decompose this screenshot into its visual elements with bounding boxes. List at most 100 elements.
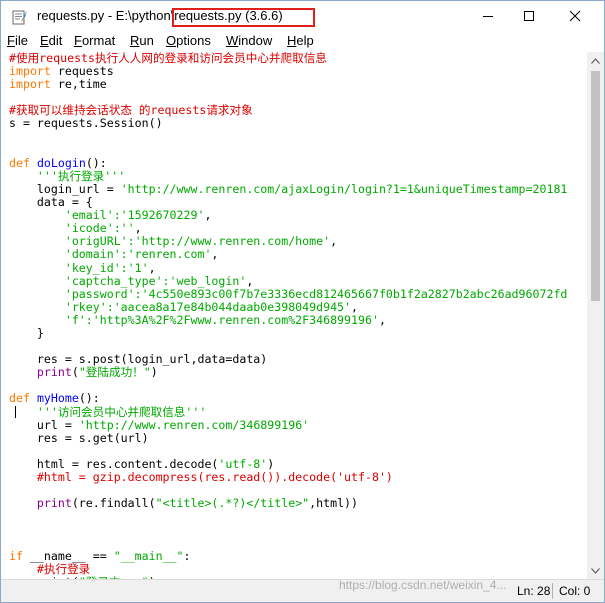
code-token: , (351, 299, 359, 314)
code-line: login_url = 'http://www.renren.com/ajaxL… (9, 181, 582, 196)
code-token: 'rkey':'aacea8a17e84b044daab0e398049d945… (9, 299, 352, 314)
code-token: 'http://www.renren.com/ajaxLogin/login?1… (120, 181, 568, 196)
code-token: 'password':'4c550e893c00f7b7e3336ecd8124… (9, 286, 568, 301)
status-divider (552, 583, 553, 599)
code-token: ,html)) (309, 496, 359, 511)
code-token: #html = gzip.decompress(res.read()).deco… (9, 470, 393, 484)
code-token: (): (78, 391, 100, 406)
code-token: , (378, 312, 386, 327)
minimize-button[interactable] (465, 1, 511, 31)
code-token: __name__ == (22, 548, 114, 563)
code-line: 'f':'http%3A%2F%2Fwww.renren.com%2F34689… (9, 312, 582, 327)
code-token: 'domain':'renren.com' (9, 247, 212, 262)
code-token: url = (9, 417, 79, 432)
code-token: import (9, 77, 51, 92)
menu-file[interactable]: File (7, 33, 28, 48)
code-token: myHome (36, 391, 79, 406)
code-token: "__main__" (113, 548, 184, 563)
vertical-scrollbar[interactable] (587, 52, 604, 579)
code-line: } (9, 325, 582, 340)
code-token: (): (85, 155, 107, 170)
code-line: import re,time (9, 78, 582, 91)
code-token: html = res.content.decode( (9, 456, 219, 471)
code-token: def (9, 155, 30, 170)
code-token: res = s.post(login_url,data=data) (9, 352, 268, 367)
code-token: 'http://www.renren.com/346899196' (78, 417, 310, 432)
status-bar: Ln: 28 Col: 0 (1, 579, 604, 602)
code-token: , (211, 247, 219, 262)
menu-run[interactable]: Run (130, 33, 154, 48)
maximize-icon (524, 11, 534, 21)
watermark-text: https://blog.csdn.net/weixin_4... (339, 578, 507, 592)
code-token: re,time (50, 77, 107, 92)
code-token: 'email':'1592670229' (9, 208, 205, 223)
menu-help[interactable]: Help (287, 33, 314, 48)
code-token: print (36, 496, 72, 511)
python-feather-icon (12, 10, 27, 25)
close-icon (569, 10, 581, 22)
scroll-down-button[interactable] (587, 562, 604, 579)
code-token: 'f':'http%3A%2F%2Fwww.renren.com%2F34689… (9, 312, 379, 327)
code-token: ( (71, 365, 79, 380)
code-token: login_url = (9, 181, 121, 196)
code-token: 'key_id':'1' (9, 260, 149, 275)
chevron-up-icon (591, 57, 600, 64)
code-token: res = s.get(url) (9, 430, 149, 445)
code-token: "登陆成功！" (78, 365, 151, 380)
menu-bar: File Edit Format Run Options Window Help (1, 32, 604, 52)
code-token: data = { (9, 195, 93, 210)
code-token: s = requests.Session() (9, 116, 163, 131)
line-number-status: Ln: 28 (517, 584, 551, 598)
menu-edit[interactable]: Edit (40, 33, 62, 48)
code-token: , (246, 273, 254, 288)
code-token: #执行登录 (9, 561, 91, 576)
menu-window[interactable]: Window (226, 33, 272, 48)
window-title-prefix: requests.py - E:\python (37, 8, 171, 23)
code-token: } (9, 325, 44, 340)
idle-editor-window: requests.py - E:\python\requests.py (3.6… (0, 0, 605, 603)
code-token: def (9, 391, 30, 406)
code-token: '''执行登录''' (9, 168, 126, 183)
code-token: #使用requests执行人人网的登录和访问会员中心并爬取信息 (9, 52, 327, 65)
code-token: , (204, 208, 212, 223)
code-token: '''访问会员中心并爬取信息''' (9, 404, 207, 419)
code-line: print("登陆成功！") (9, 366, 582, 379)
code-line: s = requests.Session() (9, 117, 582, 130)
code-token: ) (267, 456, 275, 471)
title-highlight-box (172, 8, 315, 27)
maximize-button[interactable] (506, 1, 552, 31)
code-token: 'captcha_type':'web_login' (9, 273, 247, 288)
code-token: 'origURL':'http://www.renren.com/home' (9, 234, 331, 249)
code-token: , (134, 221, 142, 236)
close-button[interactable] (552, 1, 598, 31)
code-editor[interactable]: #使用requests执行人人网的登录和访问会员中心并爬取信息 import re… (9, 52, 582, 579)
code-line: #html = gzip.decompress(res.read()).deco… (9, 470, 582, 484)
code-token: (re.findall( (71, 496, 156, 511)
scroll-up-button[interactable] (587, 52, 604, 69)
code-token: import (9, 64, 51, 79)
code-token: , (330, 234, 338, 249)
text-cursor (15, 406, 16, 418)
code-line: res = s.get(url) (9, 430, 582, 445)
code-token: ) (150, 365, 158, 380)
code-token: if (9, 548, 23, 563)
code-token: requests (50, 64, 114, 79)
column-number-status: Col: 0 (559, 584, 591, 598)
code-token: doLogin (36, 155, 86, 170)
code-token: , (148, 260, 156, 275)
code-line: if __name__ == "__main__": (9, 548, 582, 563)
menu-options[interactable]: Options (166, 33, 211, 48)
menu-format[interactable]: Format (74, 33, 115, 48)
title-bar[interactable]: requests.py - E:\python\requests.py (3.6… (1, 1, 604, 32)
code-line: print(re.findall("<title>(.*?)</title>",… (9, 497, 582, 510)
minimize-icon (483, 16, 493, 17)
code-token: "<title>(.*?)</title>" (155, 496, 310, 511)
chevron-down-icon (591, 567, 600, 574)
scrollbar-thumb[interactable] (591, 71, 600, 301)
